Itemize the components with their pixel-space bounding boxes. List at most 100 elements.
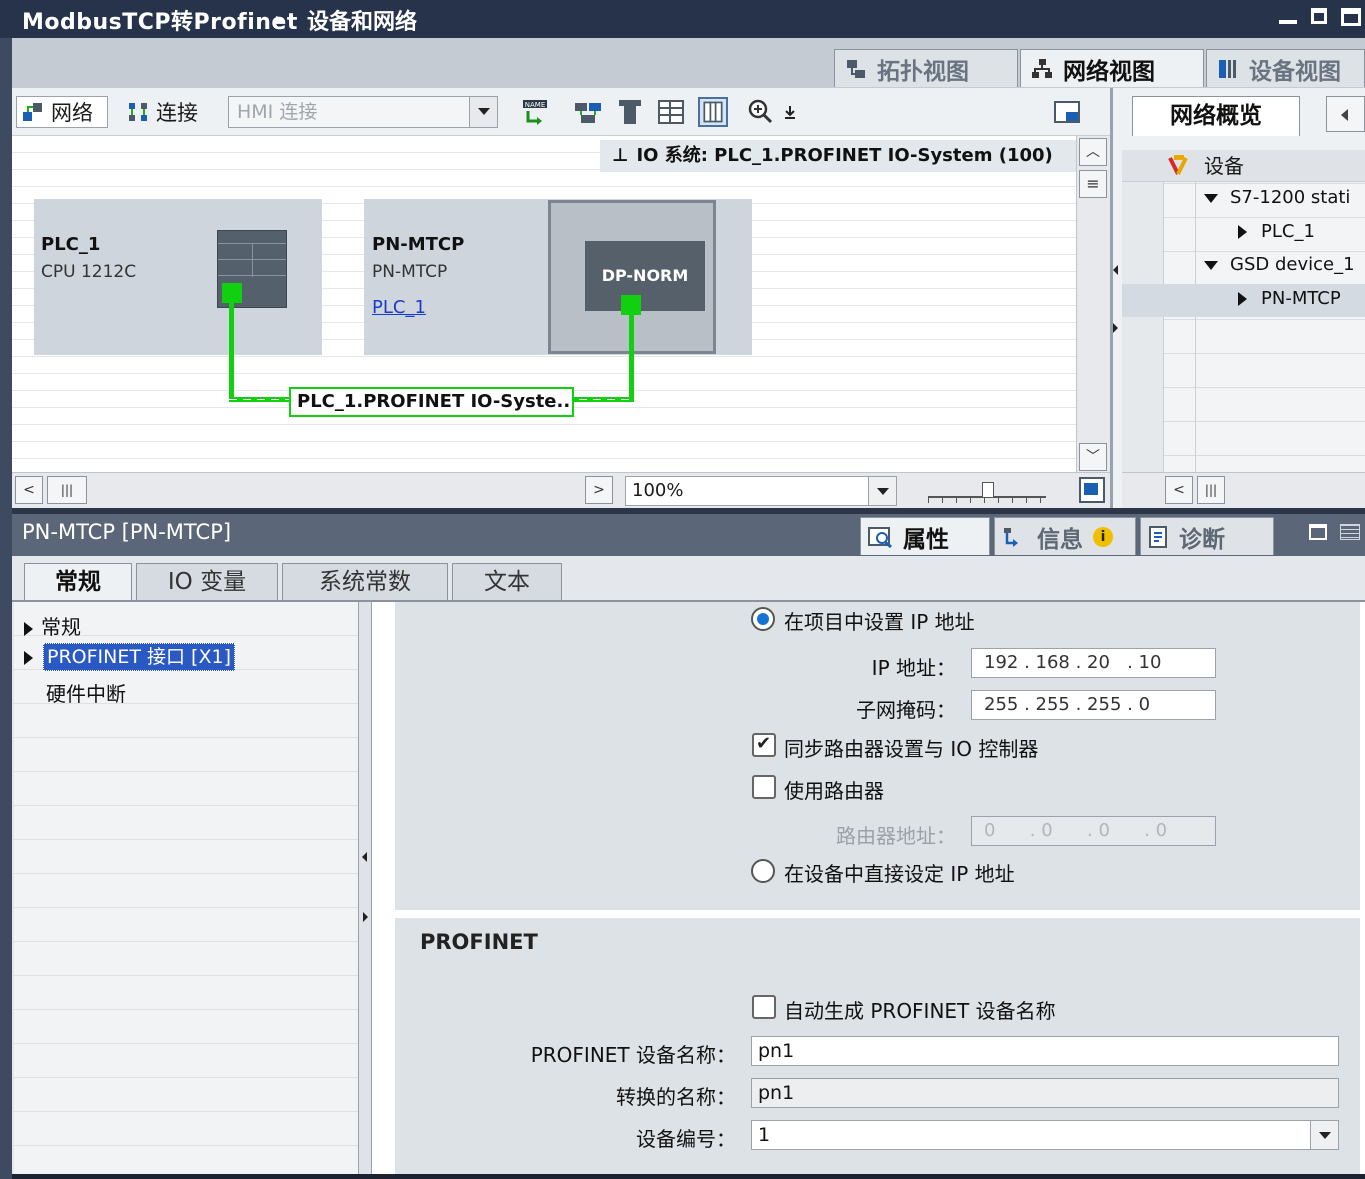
collapse-left-icon[interactable] [362, 852, 367, 862]
project-title: ModbusTCP转Profinet [22, 10, 298, 35]
zoom-in-icon[interactable] [746, 97, 776, 127]
zoom-dropdown-icon[interactable] [782, 104, 798, 120]
chevron-down-icon[interactable] [1310, 1121, 1338, 1149]
float-panel-icon[interactable] [1309, 524, 1327, 540]
subnet-mask-field[interactable]: 255 . 255 . 255 . 0 [971, 690, 1216, 720]
maximize-icon[interactable] [1341, 8, 1361, 26]
use-router-checkbox[interactable] [752, 775, 776, 799]
network-line[interactable] [629, 315, 634, 402]
device-name: PN-MTCP [372, 234, 465, 255]
tab-texts[interactable]: 文本 [452, 563, 562, 601]
scroll-down-button[interactable]: ﹀ [1079, 443, 1107, 471]
panel-menu-icon[interactable] [1340, 524, 1360, 540]
sync-router-checkbox[interactable] [752, 733, 776, 757]
chevron-down-icon[interactable] [469, 97, 497, 127]
nav-splitter[interactable] [358, 602, 372, 1174]
assign-address-icon[interactable] [573, 97, 603, 127]
converted-name-label: 转换的名称： [616, 1085, 736, 1109]
profinet-network-label[interactable]: PLC_1.PROFINET IO-Syste... [289, 387, 574, 417]
topology-icon [847, 59, 865, 78]
device-number-label: 设备编号： [636, 1127, 736, 1151]
radio-set-ip-in-project[interactable] [751, 607, 775, 631]
tab-network-overview[interactable]: 网络概览 [1132, 96, 1300, 136]
overview-row[interactable]: S7-1200 stati [1204, 187, 1365, 208]
radio-set-ip-on-device[interactable] [751, 859, 775, 883]
scroll-thumb[interactable]: ≡ [1079, 170, 1107, 198]
column-header-device: 设备 [1204, 154, 1244, 178]
tab-general[interactable]: 常规 [24, 563, 132, 601]
profinet-device-name-input[interactable]: pn1 [751, 1036, 1339, 1066]
network-mode-icon [23, 103, 42, 121]
table-icon[interactable] [656, 97, 686, 127]
nav-item-profinet-interface[interactable]: PROFINET 接口 [X1] [43, 643, 235, 671]
overview-row[interactable]: GSD device_1 [1204, 254, 1365, 275]
layout-icon[interactable] [698, 97, 728, 127]
expand-right-icon[interactable] [1113, 318, 1122, 338]
rack-icon[interactable] [615, 97, 645, 127]
diagnostics-icon [1149, 525, 1167, 548]
scroll-right-button[interactable]: > [585, 476, 613, 504]
overview-horizontal-scrollbar[interactable] [1122, 472, 1365, 508]
hmi-connection-select[interactable]: HMI 连接 [228, 96, 498, 128]
network-mode-button[interactable]: 网络 [16, 96, 108, 128]
hmi-connection-value: HMI 连接 [237, 101, 318, 123]
nav-item-general[interactable]: 常规 [24, 611, 81, 640]
zoom-level-select[interactable]: 100% [625, 476, 897, 506]
expanded-icon[interactable] [1204, 260, 1218, 270]
tab-diagnostics[interactable]: 诊断 [1140, 517, 1274, 555]
router-address-field[interactable]: 0 . 0 . 0 . 0 [971, 816, 1216, 846]
restore-icon[interactable] [1311, 8, 1327, 24]
overview-header[interactable]: 设备 [1122, 150, 1365, 182]
properties-icon [868, 526, 892, 548]
tab-scroll-left[interactable] [1326, 96, 1365, 132]
page-title: 设备和网络 [307, 10, 418, 35]
collapsed-icon[interactable] [1238, 225, 1247, 239]
info-badge-icon: i [1093, 526, 1113, 547]
tab-info[interactable]: 信息 i [994, 517, 1136, 555]
tab-topology-view[interactable]: 拓扑视图 [834, 49, 1018, 87]
overview-navigation-icon[interactable] [1078, 476, 1106, 504]
dp-norm-module[interactable]: DP-NORM [585, 241, 705, 311]
io-system-label: IO 系统: PLC_1.PROFINET IO-System (100) [636, 145, 1053, 166]
plc-profinet-port[interactable] [222, 283, 242, 303]
expanded-icon[interactable] [1204, 193, 1218, 203]
scroll-left-button[interactable]: < [15, 476, 43, 504]
scroll-up-button[interactable]: ︿ [1079, 138, 1107, 166]
collapsed-icon[interactable] [24, 621, 33, 636]
tab-device-view[interactable]: 设备视图 [1206, 49, 1365, 87]
overview-row[interactable]: PN-MTCP [1238, 288, 1365, 309]
minimize-icon[interactable] [1279, 20, 1297, 24]
tab-properties[interactable]: 属性 [860, 517, 990, 555]
collapse-left-icon[interactable] [1113, 260, 1122, 280]
auto-generate-name-checkbox[interactable] [752, 995, 776, 1019]
scroll-left-button[interactable]: < [1165, 476, 1193, 504]
nav-item-hardware-interrupt[interactable]: 硬件中断 [46, 678, 126, 707]
device-name-icon[interactable]: NAME [520, 97, 550, 127]
zoom-slider-handle[interactable] [982, 482, 994, 498]
network-line[interactable] [229, 303, 234, 402]
chevron-down-icon[interactable] [868, 477, 896, 505]
connect-label: 连接 [156, 101, 198, 125]
subnet-mask-label: 子网掩码： [856, 698, 956, 722]
svg-text:NAME: NAME [525, 101, 546, 109]
collapsed-icon[interactable] [24, 648, 33, 666]
device-number-select[interactable]: 1 [751, 1120, 1339, 1150]
tab-io-tags[interactable]: IO 变量 [136, 563, 278, 601]
breadcrumb-separator: ▸ [276, 9, 285, 28]
io-controller-link[interactable]: PLC_1 [372, 297, 426, 318]
collapsed-icon[interactable] [1238, 292, 1247, 306]
overview-row[interactable]: PLC_1 [1238, 221, 1365, 242]
tab-system-constants[interactable]: 系统常数 [282, 563, 448, 601]
scroll-thumb[interactable]: ||| [47, 476, 87, 504]
checkbox-label: 使用路由器 [784, 779, 884, 803]
connect-button[interactable]: 连接 [126, 96, 198, 128]
tab-network-view[interactable]: 网络视图 [1020, 49, 1204, 87]
expand-right-icon[interactable] [363, 912, 368, 922]
pn-profinet-port[interactable] [621, 295, 641, 315]
pin-icon[interactable]: ⊥ [612, 145, 628, 166]
ip-address-field[interactable]: 192 . 168 . 20 . 10 [971, 648, 1216, 678]
network-icon [1032, 58, 1052, 78]
io-system-banner[interactable]: ⊥ IO 系统: PLC_1.PROFINET IO-System (100) [600, 140, 1076, 172]
panel-toggle-icon[interactable] [1052, 97, 1082, 127]
scroll-thumb[interactable]: ||| [1197, 476, 1225, 504]
